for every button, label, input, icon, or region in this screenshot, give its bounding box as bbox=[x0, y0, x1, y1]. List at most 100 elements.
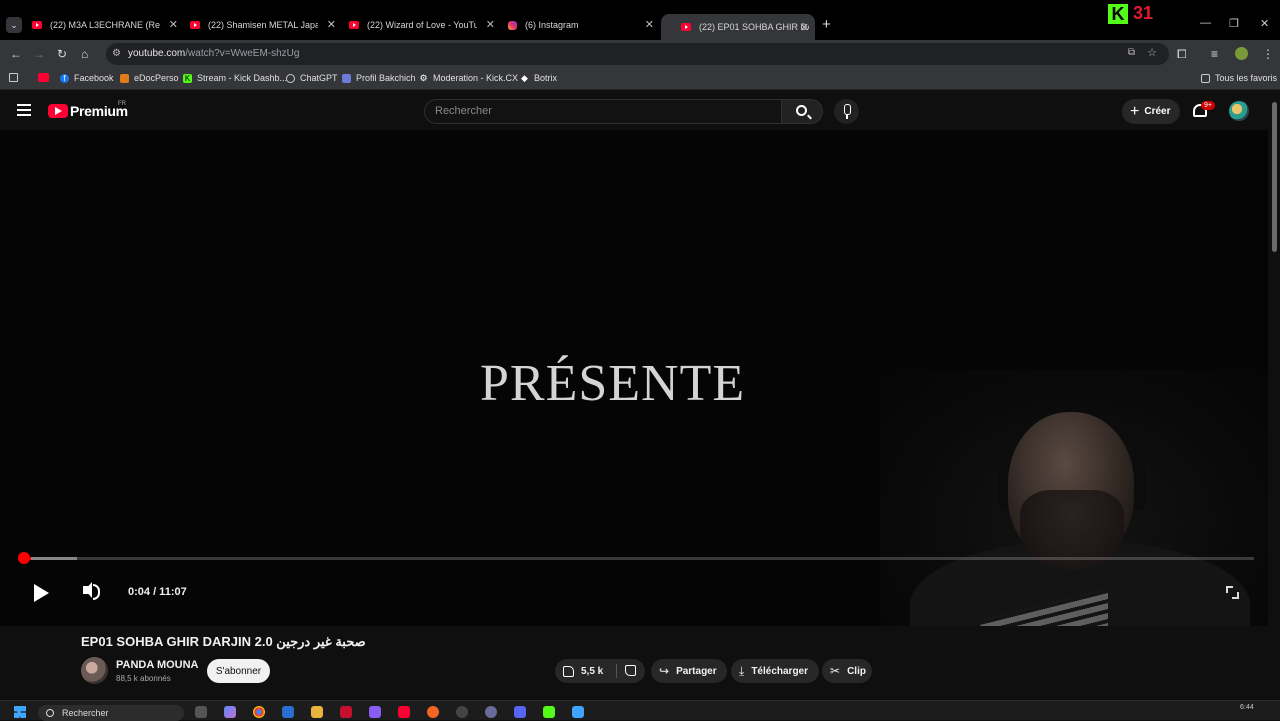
like-divider bbox=[616, 664, 617, 678]
all-bookmarks-folder[interactable]: Tous les favoris bbox=[1201, 73, 1277, 83]
progress-buffered bbox=[24, 557, 77, 560]
restore-icon[interactable]: ❐ bbox=[1229, 17, 1239, 30]
page-scrollbar[interactable] bbox=[1268, 92, 1280, 700]
copilot-icon[interactable] bbox=[224, 706, 236, 718]
play-icon[interactable] bbox=[34, 584, 49, 602]
channel-avatar[interactable] bbox=[81, 657, 108, 684]
scrollbar-thumb[interactable] bbox=[1272, 102, 1277, 252]
youtube-bookmark[interactable] bbox=[38, 73, 54, 82]
clip-button[interactable]: ✂ Clip bbox=[822, 659, 872, 683]
media-controls-icon[interactable]: ≡ bbox=[1211, 47, 1218, 61]
video-player[interactable]: PRÉSENTE 0:04 / 11:07 bbox=[0, 130, 1268, 626]
fullscreen-icon[interactable] bbox=[1226, 586, 1239, 599]
forward-arrow-icon[interactable]: → bbox=[33, 47, 45, 61]
address-bar[interactable]: ⚙ youtube.com/watch?v=WweEM-shzUg ⧉ ☆ bbox=[106, 43, 1169, 65]
chrome-icon[interactable] bbox=[253, 706, 265, 718]
notes-icon[interactable] bbox=[572, 706, 584, 718]
windows-taskbar: Rechercher bbox=[0, 700, 1280, 721]
download-button[interactable]: ⤓ Télécharger bbox=[731, 659, 819, 683]
apps-grid-icon[interactable] bbox=[9, 73, 23, 82]
discord-icon[interactable] bbox=[514, 706, 526, 718]
close-tab-icon[interactable]: ✕ bbox=[800, 21, 809, 34]
close-tab-icon[interactable]: ✕ bbox=[327, 18, 336, 31]
dislike-thumb-icon[interactable] bbox=[625, 665, 636, 676]
task-view-icon[interactable] bbox=[195, 706, 207, 718]
taskbar-search-label: Rechercher bbox=[62, 708, 109, 718]
tab-title: (22) M3A L3ECHRANE (Red Tap bbox=[50, 20, 160, 30]
progress-bar[interactable] bbox=[24, 557, 1254, 560]
notifications-badge: 9+ bbox=[1201, 101, 1215, 110]
time-display: 0:04 / 11:07 bbox=[128, 586, 187, 598]
install-app-icon[interactable]: ⧉ bbox=[1128, 47, 1135, 58]
store-icon[interactable] bbox=[282, 706, 294, 718]
extensions-icon[interactable]: ⧠ bbox=[1177, 47, 1187, 62]
app-icon[interactable] bbox=[427, 706, 439, 718]
voice-search-mic-icon[interactable] bbox=[834, 99, 859, 124]
browser-tab[interactable]: (22) Wizard of Love - YouTube ✕ bbox=[349, 14, 495, 36]
channel-name[interactable]: PANDA MOUNA bbox=[116, 659, 199, 671]
search-field[interactable]: Rechercher bbox=[424, 99, 782, 124]
profile-avatar[interactable] bbox=[1235, 47, 1248, 60]
search-icon bbox=[46, 709, 54, 717]
browser-tab-active[interactable]: (22) EP01 SOHBA GHIR DARJIN ✕ bbox=[661, 14, 815, 40]
close-tab-icon[interactable]: ✕ bbox=[645, 18, 654, 31]
subscribe-button[interactable]: S'abonner bbox=[207, 659, 270, 683]
close-tab-icon[interactable]: ✕ bbox=[169, 18, 178, 31]
youtube-icon bbox=[38, 73, 49, 82]
bookmark-chatgpt[interactable]: ChatGPT bbox=[286, 73, 338, 83]
new-tab-icon[interactable]: + bbox=[822, 16, 831, 33]
app-icon[interactable] bbox=[340, 706, 352, 718]
taskbar-clock: 6:44 bbox=[1240, 704, 1254, 711]
browser-tab[interactable]: (22) Shamisen METAL Japanese ✕ bbox=[190, 14, 336, 36]
bookmark-edocperso[interactable]: eDocPerso bbox=[120, 73, 179, 83]
minimize-icon[interactable]: — bbox=[1200, 17, 1211, 29]
tab-title: (6) Instagram bbox=[525, 20, 579, 30]
bookmark-profil-bakchich[interactable]: Profil Bakchich bbox=[342, 73, 416, 83]
scissors-icon: ✂ bbox=[830, 664, 841, 678]
site-info-icon[interactable]: ⚙ bbox=[112, 48, 121, 59]
bookmark-label: Tous les favoris bbox=[1215, 73, 1278, 83]
browser-tab[interactable]: (6) Instagram ✕ bbox=[508, 14, 654, 36]
create-button[interactable]: + Créer bbox=[1122, 99, 1180, 124]
bookmark-star-icon[interactable]: ☆ bbox=[1147, 46, 1157, 59]
browser-menu-icon[interactable]: ⋮ bbox=[1262, 47, 1274, 61]
like-count[interactable]: 5,5 k bbox=[581, 666, 603, 677]
kick-counter: 31 bbox=[1133, 3, 1154, 23]
obs-icon[interactable] bbox=[456, 706, 468, 718]
like-thumb-icon[interactable] bbox=[563, 665, 574, 677]
youtube-logo-icon[interactable] bbox=[48, 104, 68, 118]
tab-title: (22) Wizard of Love - YouTube bbox=[367, 20, 477, 30]
app-icon[interactable] bbox=[369, 706, 381, 718]
close-tab-icon[interactable]: ✕ bbox=[486, 18, 495, 31]
close-window-icon[interactable]: ✕ bbox=[1260, 17, 1269, 30]
create-label: Créer bbox=[1144, 106, 1171, 117]
search-input[interactable]: Rechercher bbox=[435, 105, 492, 117]
file-explorer-icon[interactable] bbox=[311, 706, 323, 718]
streamer-webcam-overlay bbox=[880, 370, 1268, 626]
back-arrow-icon[interactable]: ← bbox=[10, 47, 22, 61]
chatgpt-icon bbox=[286, 73, 295, 83]
account-avatar[interactable] bbox=[1229, 101, 1249, 121]
progress-scrubber-handle[interactable] bbox=[18, 552, 30, 564]
kick-app-icon[interactable] bbox=[543, 706, 555, 718]
hamburger-menu-icon[interactable] bbox=[17, 104, 31, 116]
bookmark-facebook[interactable]: f Facebook bbox=[60, 73, 114, 83]
reload-icon[interactable]: ↻ bbox=[57, 47, 67, 61]
like-dislike-group: 5,5 k bbox=[555, 659, 645, 683]
home-icon[interactable]: ⌂ bbox=[81, 47, 88, 61]
bookmark-kick-dashboard[interactable]: K Stream - Kick Dashb... bbox=[183, 73, 287, 83]
taskbar-search[interactable]: Rechercher bbox=[38, 705, 184, 721]
url-host: youtube.com bbox=[128, 48, 186, 59]
headset-right-icon bbox=[1132, 440, 1146, 510]
browser-tab[interactable]: (22) M3A L3ECHRANE (Red Tap ✕ bbox=[32, 14, 178, 36]
tab-search-chevron-icon[interactable]: ⌄ bbox=[6, 17, 22, 33]
url-text[interactable]: youtube.com/watch?v=WweEM-shzUg bbox=[128, 48, 299, 59]
windows-start-icon[interactable] bbox=[14, 706, 26, 718]
volume-icon[interactable] bbox=[83, 582, 100, 600]
youtube-app-icon[interactable] bbox=[398, 706, 410, 718]
app-icon[interactable] bbox=[485, 706, 497, 718]
bookmark-moderation-kick[interactable]: ⚙ Moderation - Kick.CX bbox=[419, 73, 518, 83]
bookmark-botrix[interactable]: ◆ Botrix bbox=[520, 73, 557, 83]
share-button[interactable]: ↪ Partager bbox=[651, 659, 727, 683]
search-button[interactable] bbox=[781, 99, 823, 124]
